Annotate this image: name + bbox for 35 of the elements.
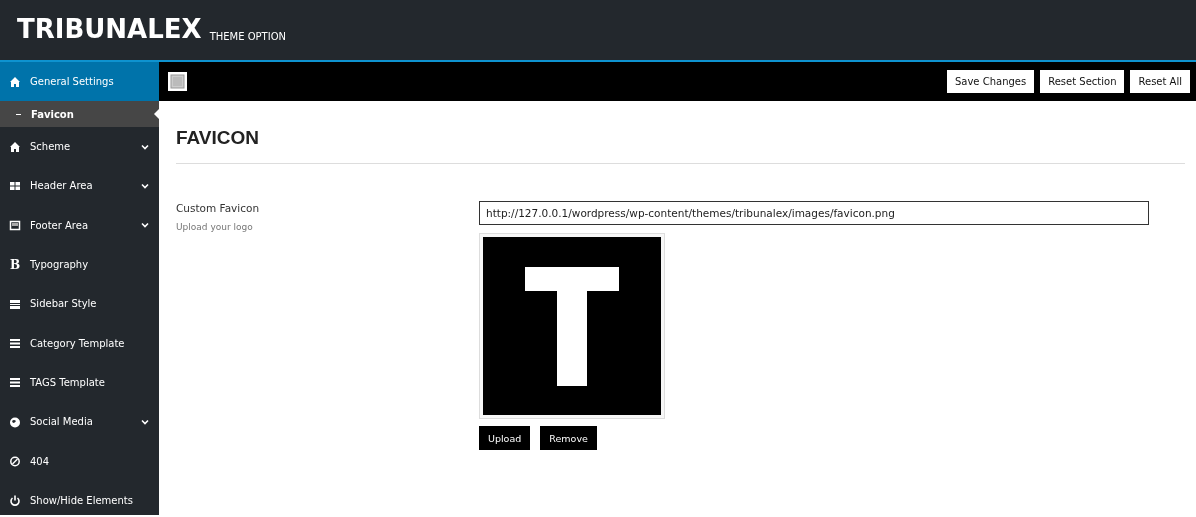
globe-icon [9,415,21,428]
sidebar-item[interactable]: Social Media [0,402,159,442]
blocked-icon [9,455,21,467]
media-button[interactable]: Upload [479,426,531,450]
list-icon [9,376,21,389]
site-subtitle: THEME OPTION [209,31,286,42]
sidebar-item[interactable]: Show/Hide Elements [0,480,159,517]
power-icon [9,494,21,507]
toolbar-button[interactable]: Save Changes [946,70,1035,93]
section-title: FAVICON [176,127,1185,164]
list-icon [9,337,21,350]
sidebar-item[interactable]: B Typography [0,244,159,285]
sidebar-item[interactable]: Category Template [0,323,159,363]
field-label: Custom Favicon [176,202,261,214]
sidebar-item[interactable]: General Settings [0,62,159,101]
sidebar-item[interactable]: Header Area [0,166,159,206]
home-icon [9,140,21,153]
site-title: TRIBUNALEX [17,14,202,44]
home-icon [9,75,21,88]
media-button[interactable]: Remove [540,426,597,450]
sidebar-item[interactable]: Footer Area [0,205,159,245]
sidebar-subitem[interactable]: Favicon [0,101,159,127]
grid-icon [9,179,21,192]
layout-icon [9,297,21,310]
sidebar-item[interactable]: 404 [0,441,159,481]
sidebar-item[interactable]: TAGS Template [0,362,159,403]
toolbar-button[interactable]: Reset Section [1040,70,1125,93]
field-description: Upload your logo [176,222,254,232]
bold-icon: B [9,257,21,272]
panel-icon[interactable] [168,72,187,91]
toolbar-button[interactable]: Reset All [1130,70,1190,93]
sidebar-item[interactable]: Sidebar Style [0,284,159,324]
url-field[interactable]: http://127.0.0.1/wordpress/wp-content/themes/tribunalex/images/favicon.png [479,201,1149,225]
sidebar-item[interactable]: Scheme [0,127,159,167]
window-icon [9,219,21,232]
